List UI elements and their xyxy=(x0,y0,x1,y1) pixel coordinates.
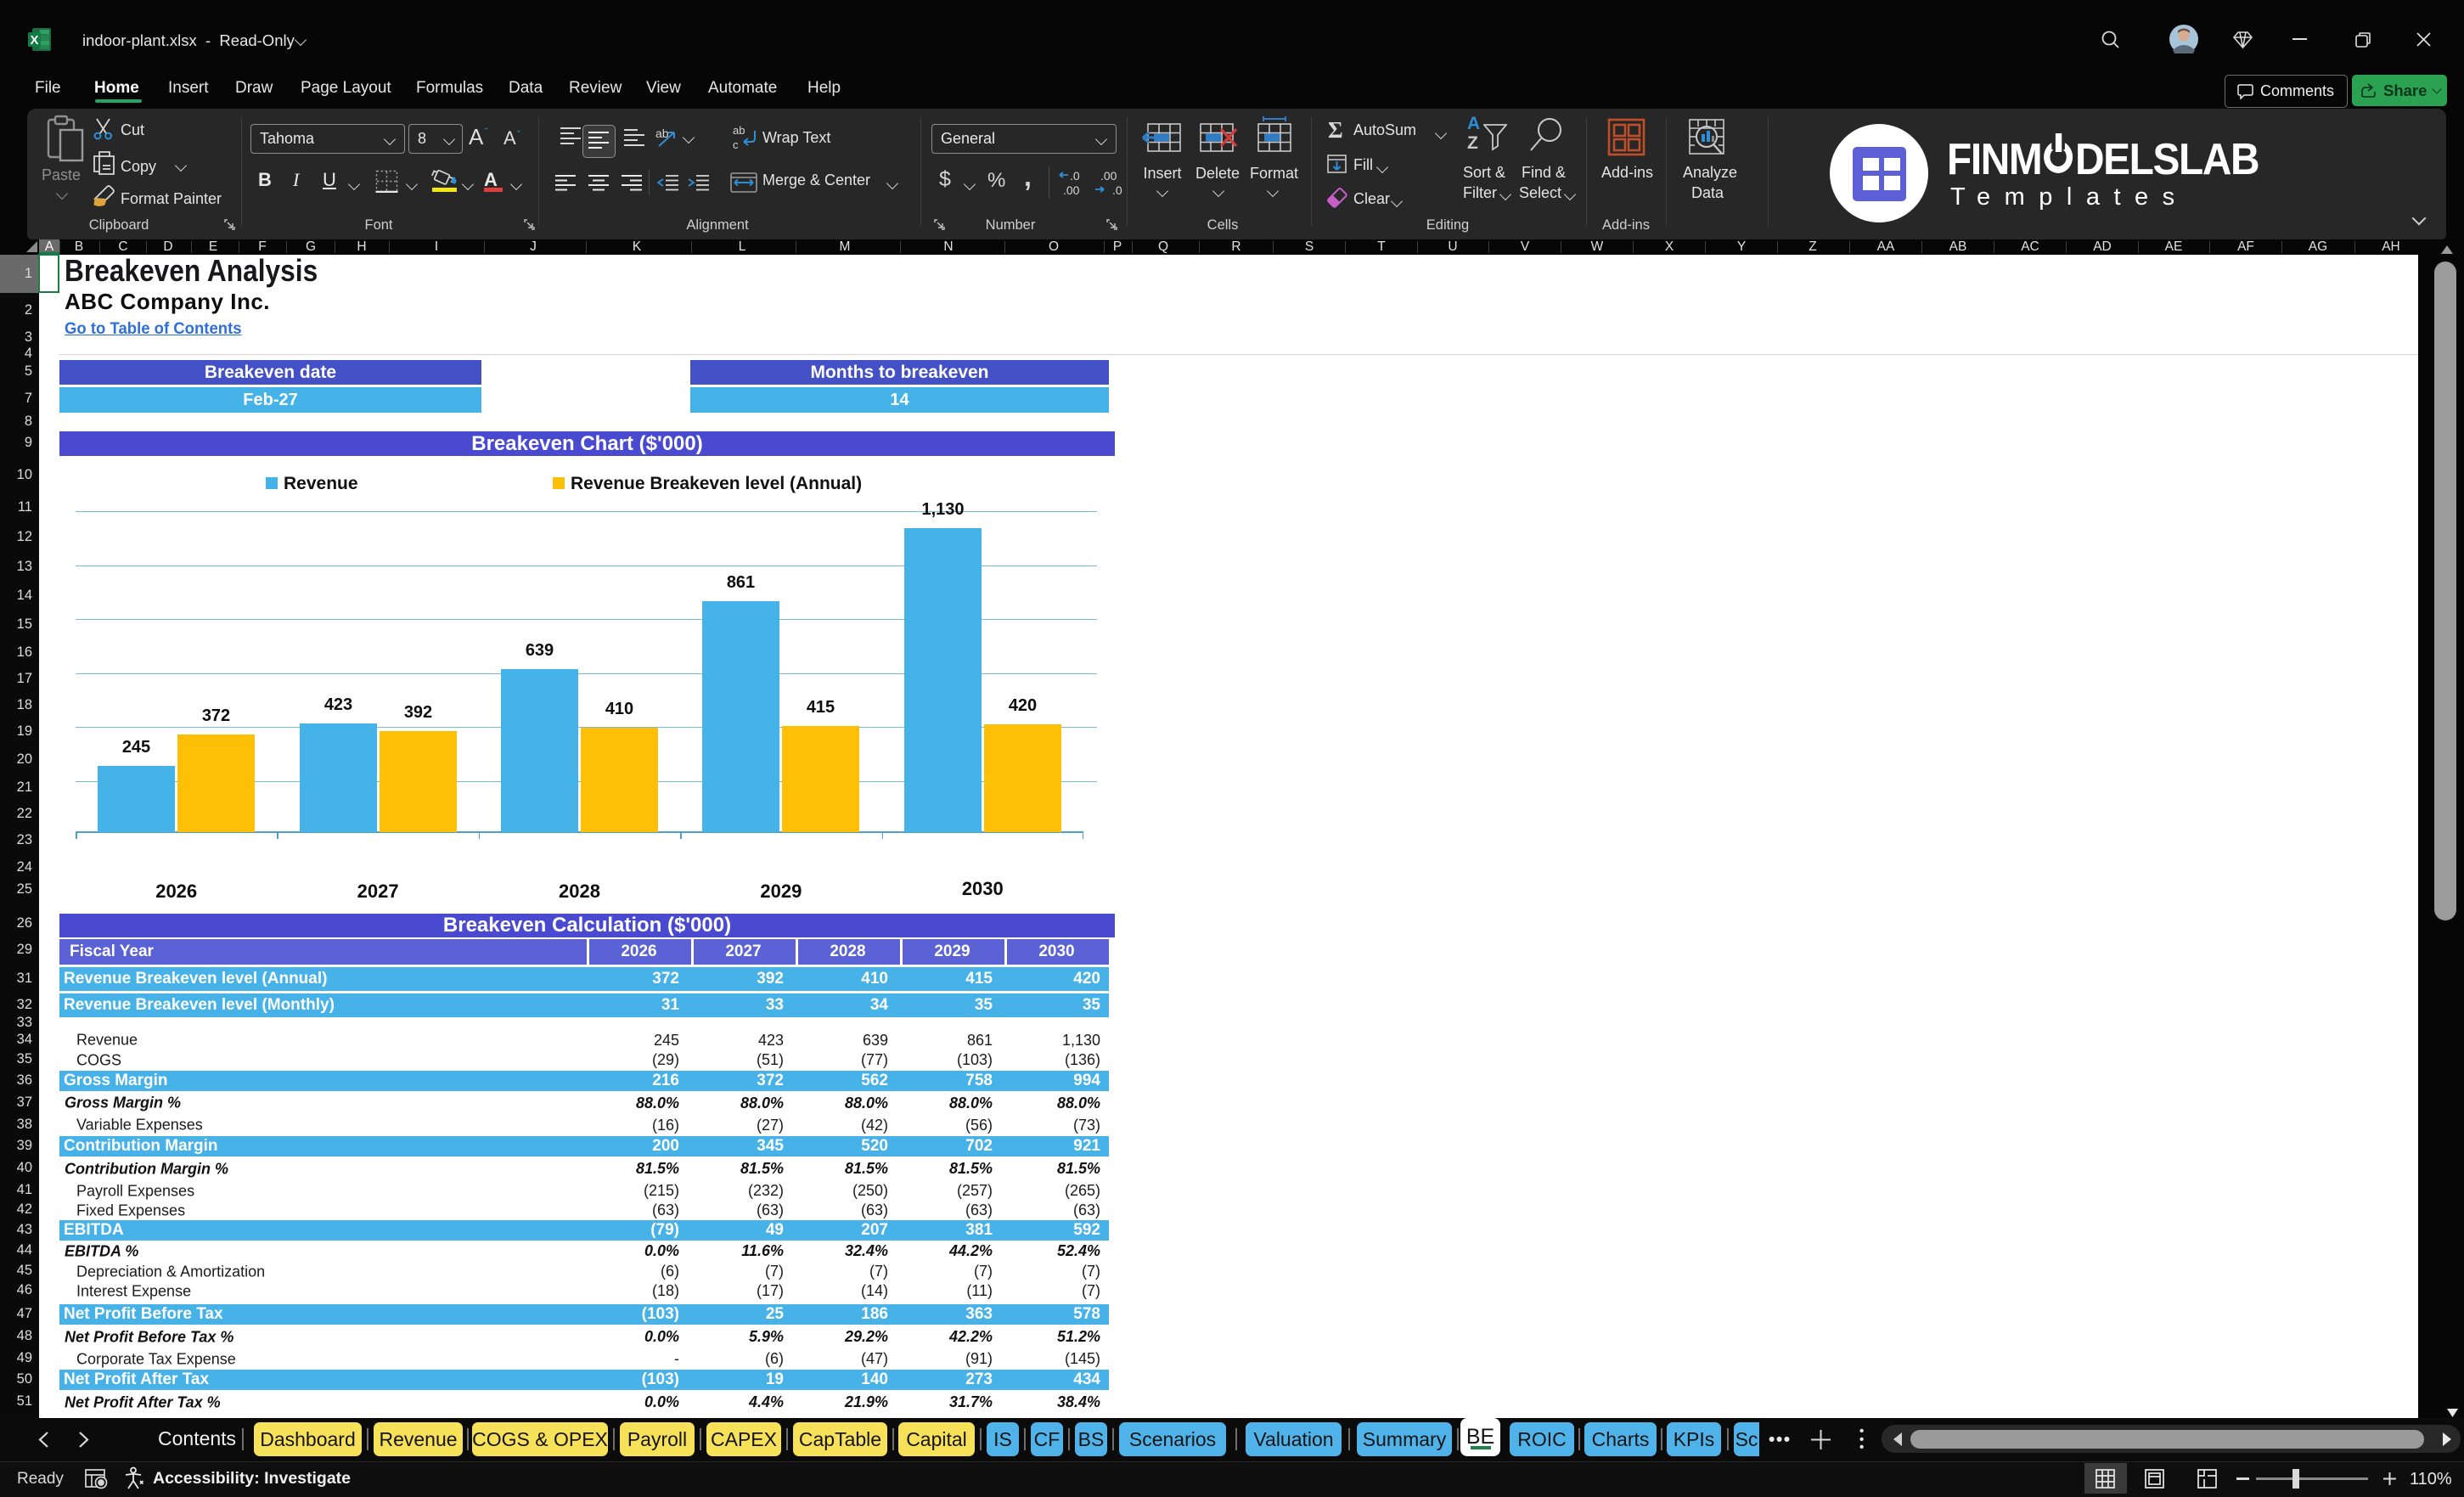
svg-text:c: c xyxy=(733,138,739,151)
svg-text:.0: .0 xyxy=(1112,183,1122,197)
svg-text:.0: .0 xyxy=(1070,169,1080,183)
svg-text:ab: ab xyxy=(733,124,745,137)
svg-text:.00: .00 xyxy=(1100,169,1117,183)
svg-text:.00: .00 xyxy=(1063,183,1080,197)
svg-text:X: X xyxy=(30,33,38,48)
